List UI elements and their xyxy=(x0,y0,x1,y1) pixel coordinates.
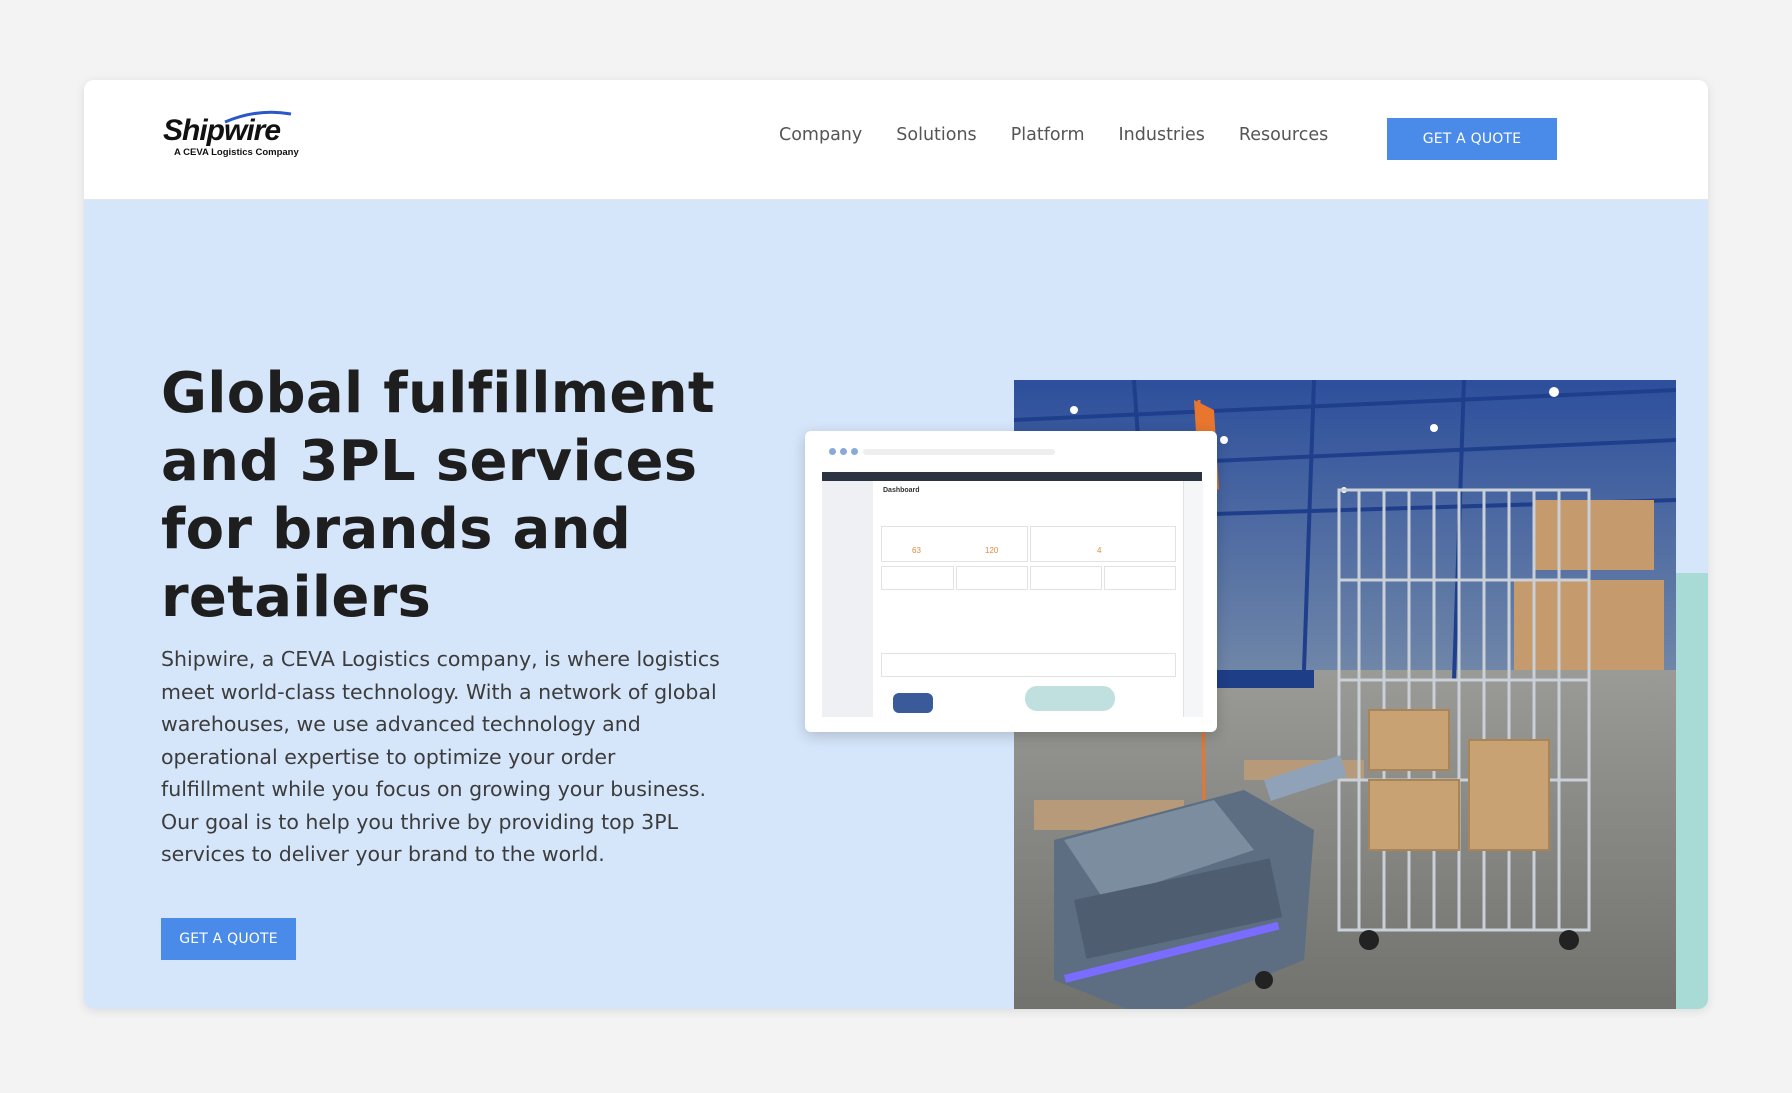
header-get-quote-button[interactable]: GET A QUOTE xyxy=(1387,118,1557,160)
nav-item-solutions[interactable]: Solutions xyxy=(896,125,976,145)
dash-totals-row xyxy=(881,653,1176,677)
logo[interactable]: Shipwire A CEVA Logistics Company xyxy=(163,110,299,158)
dash-panel-receiving xyxy=(1030,526,1176,562)
dash-url-bar xyxy=(863,449,1055,455)
dash-map-left xyxy=(893,693,933,713)
site-header: Shipwire A CEVA Logistics Company Compan… xyxy=(84,80,1708,200)
hero-get-quote-button[interactable]: GET A QUOTE xyxy=(161,918,296,960)
dash-right-rail xyxy=(1183,481,1203,717)
page-card: Shipwire A CEVA Logistics Company Compan… xyxy=(84,80,1708,1009)
dash-top-nav xyxy=(822,472,1202,481)
hero-headline: Global fulfillment and 3PL services for … xyxy=(161,361,715,630)
hero-section: Global fulfillment and 3PL services for … xyxy=(84,200,1708,1009)
logo-wordmark: Shipwire xyxy=(163,114,281,147)
dash-status-3 xyxy=(1030,566,1102,590)
dash-title: Dashboard xyxy=(883,487,920,494)
nav-item-industries[interactable]: Industries xyxy=(1119,125,1205,145)
dash-status-4 xyxy=(1104,566,1176,590)
nav-item-resources[interactable]: Resources xyxy=(1239,125,1328,145)
dash-status-1 xyxy=(881,566,954,590)
dash-metric-1: 63 xyxy=(912,546,921,555)
main-nav: Company Solutions Platform Industries Re… xyxy=(779,125,1328,145)
window-dots-icon xyxy=(829,448,858,455)
hero-description: Shipwire, a CEVA Logistics company, is w… xyxy=(161,647,720,866)
dash-panel-orders xyxy=(881,526,1028,562)
dash-metric-3: 4 xyxy=(1097,546,1102,555)
dash-map-right xyxy=(1025,686,1115,711)
dashboard-screenshot: Dashboard 63 120 4 xyxy=(805,431,1217,732)
dash-metric-2: 120 xyxy=(985,546,999,555)
nav-item-company[interactable]: Company xyxy=(779,125,862,145)
dash-sidebar xyxy=(822,481,873,717)
logo-tagline: A CEVA Logistics Company xyxy=(174,147,299,158)
nav-item-platform[interactable]: Platform xyxy=(1011,125,1085,145)
dash-status-2 xyxy=(956,566,1028,590)
dash-main-area xyxy=(873,481,1183,717)
